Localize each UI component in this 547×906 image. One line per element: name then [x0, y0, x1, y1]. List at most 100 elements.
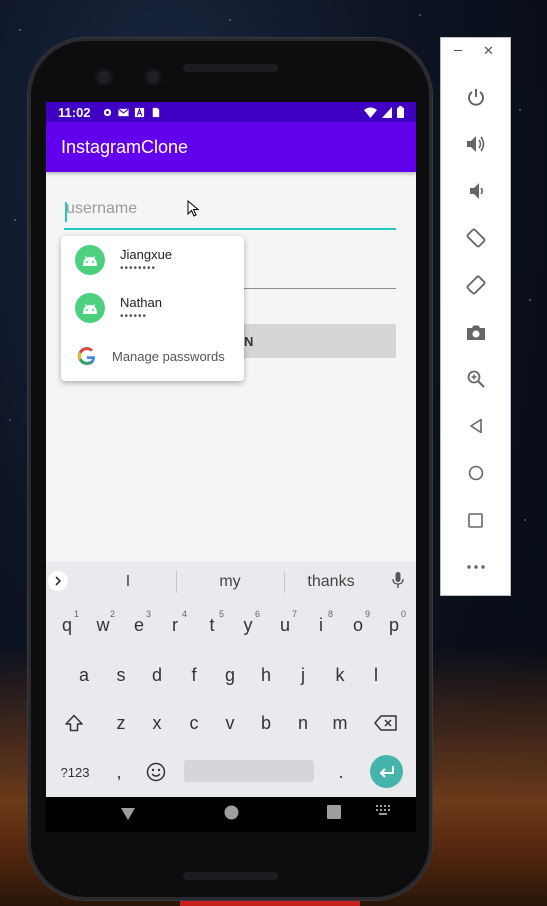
key-f[interactable]: f [176, 657, 212, 693]
keyboard-row-2: a s d f g h j k l [46, 657, 416, 697]
rotate-left-icon [466, 228, 485, 248]
autofill-account-nathan[interactable]: Nathan •••••• [61, 284, 244, 332]
expand-toolbar-button[interactable] [48, 571, 68, 591]
emulator-back-button[interactable] [441, 411, 510, 441]
suggestion-3[interactable]: thanks [286, 573, 376, 591]
key-d[interactable]: d [139, 657, 175, 693]
settings-gear-icon [103, 108, 111, 116]
wifi-icon [364, 107, 377, 118]
key-c[interactable]: c [176, 705, 212, 741]
key-u[interactable]: u7 [267, 607, 303, 643]
key-r[interactable]: r4 [157, 607, 193, 643]
power-icon [467, 89, 484, 106]
camera-icon [466, 325, 485, 340]
comma-key[interactable]: , [104, 754, 134, 790]
key-h[interactable]: h [248, 657, 284, 693]
home-outline-icon [468, 465, 483, 481]
close-button[interactable]: ✕ [483, 43, 494, 59]
period-key[interactable]: . [326, 754, 356, 790]
key-k[interactable]: k [322, 657, 358, 693]
key-g[interactable]: g [212, 657, 248, 693]
key-t[interactable]: t5 [194, 607, 230, 643]
keyboard-switcher-icon[interactable] [376, 805, 390, 817]
minimize-button[interactable] [454, 50, 462, 51]
volume-up-button[interactable] [441, 129, 510, 159]
status-bar: 11:02 [46, 102, 416, 122]
key-w[interactable]: w2 [85, 607, 121, 643]
symbols-key[interactable]: ?123 [54, 754, 96, 790]
account-name: Jiangxue [120, 246, 173, 262]
key-b[interactable]: b [248, 705, 284, 741]
key-j[interactable]: j [285, 657, 321, 693]
key-l[interactable]: l [358, 657, 394, 693]
cell-signal-icon [382, 106, 392, 118]
key-y[interactable]: y6 [230, 607, 266, 643]
overview-square-icon [468, 512, 483, 528]
volume-down-button[interactable] [441, 176, 510, 206]
more-options-button[interactable] [441, 552, 510, 582]
emulator-toolbar: ✕ [440, 37, 511, 596]
bottom-speaker [183, 872, 278, 880]
power-button[interactable] [441, 82, 510, 112]
suggestion-divider [284, 571, 285, 593]
back-triangle-icon[interactable] [120, 805, 136, 821]
screenshot-button[interactable] [441, 317, 510, 347]
key-e[interactable]: e3 [121, 607, 157, 643]
status-time: 11:02 [58, 104, 91, 120]
space-bar[interactable] [184, 760, 314, 782]
shift-key[interactable] [56, 705, 92, 741]
emoji-smiley-icon [146, 762, 166, 782]
key-i[interactable]: i8 [303, 607, 339, 643]
autofill-dropdown: Jiangxue •••••••• Nathan •••••• Manage p… [61, 236, 244, 381]
phone-screen: 11:02 InstagramClone N [46, 102, 416, 832]
android-avatar-icon [75, 245, 105, 275]
app-title: InstagramClone [61, 136, 189, 157]
key-m[interactable]: m [322, 705, 358, 741]
battery-icon [397, 106, 404, 118]
suggestion-2[interactable]: my [185, 573, 275, 591]
home-circle-icon[interactable] [224, 805, 239, 820]
suggestion-1[interactable]: I [83, 573, 173, 591]
rotate-left-button[interactable] [441, 223, 510, 253]
key-x[interactable]: x [139, 705, 175, 741]
manage-passwords-item[interactable]: Manage passwords [61, 332, 244, 380]
rotate-right-button[interactable] [441, 270, 510, 300]
key-v[interactable]: v [212, 705, 248, 741]
back-outline-icon [469, 418, 482, 434]
emulator-overview-button[interactable] [441, 505, 510, 535]
account-name: Nathan [120, 294, 162, 310]
login-button-label: N [244, 333, 255, 349]
android-avatar-icon [75, 293, 105, 323]
mouse-cursor-icon [187, 200, 200, 217]
username-input[interactable] [64, 200, 398, 218]
backspace-key[interactable] [366, 705, 406, 741]
keyboard-row-4: ?123 , . [46, 754, 416, 794]
volume-down-icon [469, 183, 483, 199]
a-notification-icon [134, 107, 144, 117]
rotate-right-icon [466, 275, 485, 295]
emoji-key[interactable] [141, 754, 171, 790]
key-n[interactable]: n [285, 705, 321, 741]
keyboard-row-3: z x c v b n m [46, 705, 416, 745]
backspace-icon [374, 715, 397, 731]
recents-square-icon[interactable] [327, 805, 341, 819]
enter-key[interactable] [370, 755, 403, 788]
key-z[interactable]: z [103, 705, 139, 741]
sim-card-icon [152, 107, 159, 117]
key-s[interactable]: s [103, 657, 139, 693]
front-sensor-icon [144, 68, 162, 86]
google-g-icon [77, 347, 95, 366]
zoom-button[interactable] [441, 364, 510, 394]
emulator-home-button[interactable] [441, 458, 510, 488]
enter-arrow-icon [379, 765, 394, 778]
shift-arrow-icon [65, 714, 83, 732]
username-field[interactable] [64, 200, 398, 230]
key-p[interactable]: p0 [376, 607, 412, 643]
key-q[interactable]: q1 [49, 607, 85, 643]
phone-frame: 11:02 InstagramClone N [28, 38, 432, 900]
keyboard-row-1: q1 w2 e3 r4 t5 y6 u7 i8 o9 p0 [46, 607, 416, 647]
autofill-account-jiangxue[interactable]: Jiangxue •••••••• [61, 236, 244, 284]
microphone-icon[interactable] [392, 572, 404, 589]
key-a[interactable]: a [66, 657, 102, 693]
key-o[interactable]: o9 [340, 607, 376, 643]
